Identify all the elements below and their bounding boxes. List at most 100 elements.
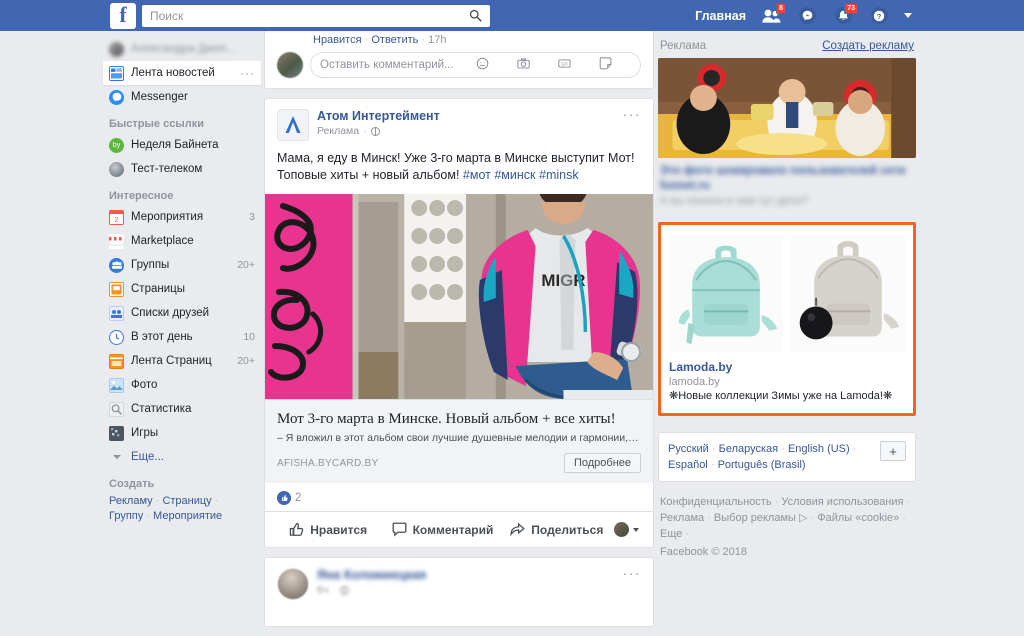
photo-icon bbox=[109, 377, 124, 393]
comment-meta-row: Нравится · Ответить · 17h bbox=[313, 34, 447, 46]
ad-two-name[interactable]: Lamoda.by bbox=[669, 359, 905, 375]
post-author-name[interactable]: Яна Коломиецкая bbox=[317, 568, 615, 583]
messenger-icon[interactable] bbox=[796, 6, 818, 26]
comment-input[interactable]: Оставить комментарий... GIF bbox=[310, 52, 641, 78]
footer-link-cookies[interactable]: Файлы «cookie» bbox=[817, 512, 899, 524]
post-text-body: Мама, я еду в Минск! Уже 3-го марта в Ми… bbox=[277, 151, 635, 182]
gif-icon[interactable]: GIF bbox=[558, 57, 590, 73]
post-author-name[interactable]: Атом Интертеймент bbox=[317, 109, 615, 124]
sidebar-item-on-this-day[interactable]: В этот день 10 bbox=[103, 325, 261, 349]
hashtag-minsk-en[interactable]: #minsk bbox=[539, 168, 579, 182]
avatar bbox=[277, 52, 303, 78]
chevron-down-icon[interactable] bbox=[632, 527, 639, 532]
sidebar-item-count: 10 bbox=[243, 331, 255, 343]
sidebar-item-events[interactable]: 2 Мероприятия 3 bbox=[103, 205, 261, 229]
help-icon[interactable]: ? bbox=[868, 6, 890, 26]
account-menu-chevron-down-icon[interactable] bbox=[904, 13, 912, 18]
footer-link-more[interactable]: Еще bbox=[660, 528, 682, 540]
create-link-event[interactable]: Мероприятие bbox=[153, 510, 222, 522]
emoji-icon[interactable] bbox=[476, 57, 508, 73]
sidebar-item-groups[interactable]: Группы 20+ bbox=[103, 253, 261, 277]
sidebar-section-quick-links: Быстрые ссылки bbox=[109, 118, 204, 130]
ad-one-text[interactable]: Это фото шокировало пользователей сети f… bbox=[658, 158, 916, 208]
sidebar-item-label: Страницы bbox=[131, 283, 185, 295]
footer-link-privacy[interactable]: Конфиденциальность bbox=[660, 496, 772, 508]
create-link-ad[interactable]: Рекламу bbox=[109, 495, 153, 507]
search-box[interactable] bbox=[142, 4, 490, 27]
create-link-group[interactable]: Группу bbox=[109, 510, 143, 522]
friend-requests-badge: 8 bbox=[776, 2, 786, 14]
svg-text:2: 2 bbox=[115, 217, 119, 224]
ad-one-image[interactable] bbox=[658, 58, 916, 158]
search-input[interactable] bbox=[142, 4, 490, 27]
sidebar-item-pages-feed[interactable]: Лента Страниц 20+ bbox=[103, 349, 261, 373]
calendar-icon: 2 bbox=[109, 209, 124, 225]
sidebar-item-photos[interactable]: Фото bbox=[103, 373, 261, 397]
ad-two-url: lamoda.by bbox=[669, 376, 720, 388]
sidebar-item-count: 20+ bbox=[237, 355, 255, 367]
language-en[interactable]: English (US) bbox=[788, 443, 850, 455]
sponsored-label: Реклама bbox=[317, 125, 360, 137]
sidebar-item-more[interactable]: Еще... bbox=[103, 445, 261, 469]
news-feed-options-icon[interactable]: ··· bbox=[240, 66, 255, 80]
footer-link-advertising[interactable]: Реклама bbox=[660, 512, 704, 524]
sidebar-section-create: Создать bbox=[109, 478, 155, 490]
sidebar-item-insights[interactable]: Статистика bbox=[103, 397, 261, 421]
notifications-icon[interactable]: 73 bbox=[832, 2, 858, 26]
sidebar-item-profile[interactable]: Александра Джеп... bbox=[103, 37, 261, 61]
comment-like-link[interactable]: Нравится bbox=[313, 34, 362, 46]
share-as-selector[interactable] bbox=[613, 522, 647, 537]
camera-icon[interactable] bbox=[516, 57, 549, 73]
ad-two-image[interactable] bbox=[669, 232, 905, 354]
like-button[interactable]: Нравится bbox=[271, 517, 385, 542]
sidebar-item-messenger[interactable]: Messenger bbox=[103, 85, 261, 109]
footer-link-ad-choices[interactable]: Выбор рекламы bbox=[714, 512, 796, 524]
share-button[interactable]: Поделиться bbox=[500, 517, 614, 542]
hashtag-minsk-ru[interactable]: #минск bbox=[494, 168, 535, 182]
search-icon[interactable] bbox=[469, 9, 482, 22]
friend-requests-icon[interactable]: 8 bbox=[760, 2, 786, 26]
post-subtitle: 6ч · bbox=[317, 583, 615, 597]
avatar[interactable] bbox=[277, 568, 309, 600]
language-list: Русский · Беларуская · English (US) · Es… bbox=[668, 443, 857, 471]
footer-link-terms[interactable]: Условия использования bbox=[781, 496, 903, 508]
hashtag-mot[interactable]: #мот bbox=[463, 168, 491, 182]
sidebar-item-games[interactable]: Игры bbox=[103, 421, 261, 445]
language-es[interactable]: Español bbox=[668, 459, 708, 471]
sidebar-item-test-telecom[interactable]: Тест-телеком bbox=[103, 157, 261, 181]
post-image[interactable]: MIGR bbox=[265, 194, 653, 399]
atom-logo-icon[interactable] bbox=[277, 109, 309, 141]
create-link-page[interactable]: Страницу bbox=[162, 495, 211, 507]
sidebar-item-news-feed[interactable]: Лента новостей ··· bbox=[103, 61, 261, 85]
sidebar-item-friend-lists[interactable]: Списки друзей bbox=[103, 301, 261, 325]
ad-one-title: Это фото шокировало пользователей сети f… bbox=[660, 165, 906, 192]
sidebar-item-pages[interactable]: Страницы bbox=[103, 277, 261, 301]
friend-lists-icon bbox=[109, 305, 124, 321]
post-link-preview[interactable]: Мот 3-го марта в Минске. Новый альбом + … bbox=[265, 399, 653, 483]
post-text: Мама, я еду в Минск! Уже 3-го марта в Ми… bbox=[265, 141, 653, 194]
sticker-icon[interactable] bbox=[599, 57, 631, 73]
sidebar-item-label: Тест-телеком bbox=[131, 163, 203, 175]
comment-reply-link[interactable]: Ответить bbox=[371, 34, 418, 46]
post-subtitle: Реклама · bbox=[317, 124, 615, 138]
language-pt[interactable]: Português (Brasil) bbox=[718, 459, 806, 471]
games-icon bbox=[109, 425, 124, 441]
language-ru[interactable]: Русский bbox=[668, 443, 709, 455]
sidebar-item-nedelya-bayneta[interactable]: by Неделя Байнета bbox=[103, 133, 261, 157]
post-more-options-icon[interactable]: ··· bbox=[623, 107, 642, 121]
nav-home-link[interactable]: Главная bbox=[695, 9, 746, 23]
facebook-logo-icon[interactable]: f bbox=[110, 2, 136, 29]
news-feed-icon bbox=[109, 65, 124, 81]
learn-more-button[interactable]: Подробнее bbox=[563, 453, 641, 473]
language-be[interactable]: Беларуская bbox=[719, 443, 779, 455]
post-more-options-icon[interactable]: ··· bbox=[623, 566, 642, 580]
post-header: Атом Интертеймент Реклама · ··· bbox=[265, 99, 653, 141]
page-avatar-icon bbox=[109, 161, 124, 177]
ad-choices-icon: ▷ bbox=[795, 512, 808, 524]
sidebar-item-marketplace[interactable]: Marketplace bbox=[103, 229, 261, 253]
create-ad-link[interactable]: Создать рекламу bbox=[822, 40, 914, 52]
comment-button[interactable]: Комментарий bbox=[385, 517, 499, 542]
add-language-button[interactable]: + bbox=[880, 441, 906, 461]
ad-two-highlighted[interactable]: Lamoda.by lamoda.by ❋Новые коллекции Зим… bbox=[658, 222, 916, 416]
sidebar-item-label: Игры bbox=[131, 427, 159, 439]
